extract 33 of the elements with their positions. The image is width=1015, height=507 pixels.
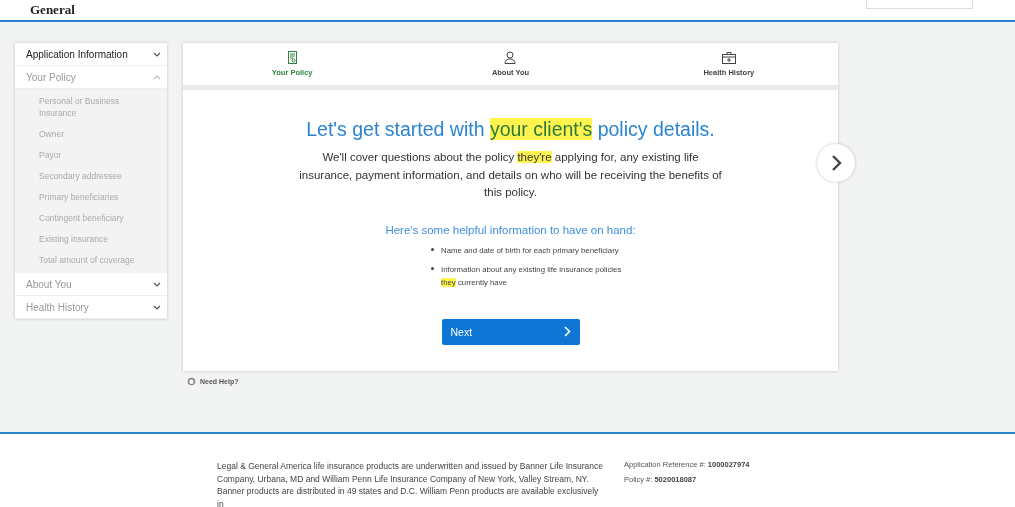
page-heading: Let's get started with your client's policy details. — [306, 118, 715, 141]
next-button[interactable]: Next — [441, 318, 580, 345]
sidebar-item[interactable]: Existing insurance — [15, 229, 167, 250]
header-field[interactable] — [866, 0, 973, 9]
chevron-down-icon — [153, 281, 161, 287]
sidebar-section[interactable]: About You — [15, 273, 167, 296]
chevron-right-icon — [563, 326, 571, 337]
document-icon — [286, 51, 298, 64]
section-label: Health History — [26, 301, 89, 313]
sidebar-item[interactable]: Contingent beneficiary — [15, 208, 167, 229]
sidebar-item[interactable]: Total amount of coverage — [15, 250, 167, 271]
logo-text: General — [30, 2, 75, 17]
subheading: Here's some helpful information to have on hand: — [385, 223, 636, 236]
section-label: About You — [26, 278, 72, 290]
sidebar-item[interactable]: Primary beneficiaries — [15, 187, 167, 208]
person-icon — [504, 51, 517, 64]
bullet-icon — [430, 247, 434, 251]
chevron-up-icon — [153, 74, 161, 80]
section-label: Your Policy — [26, 71, 76, 83]
sidebar-item[interactable]: Payor — [15, 145, 167, 166]
section-label: Application Information — [26, 48, 128, 60]
chevron-down-icon — [153, 304, 161, 310]
sidebar-section[interactable]: Health History — [15, 296, 167, 319]
next-arrow-button[interactable] — [817, 144, 855, 182]
chevron-right-icon — [830, 154, 842, 172]
medical-kit-icon — [721, 51, 736, 64]
sidebar-section[interactable]: Application Information — [15, 43, 167, 66]
chevron-down-icon — [153, 51, 161, 57]
disclaimer-text: Legal & General America life insurance products are underwritten and issued by Banner Life Insurance Company, Urbana, MD and William Penn Life Insurance Company of New York, Valley Stream, NY. Banner products are distributed in 49 states and D.C. William Penn products are available exclusively in — [217, 460, 605, 507]
sidebar-item[interactable]: Owner — [15, 124, 167, 145]
bullet-icon — [430, 266, 434, 270]
intro-paragraph: We'll cover questions about the policy they're applying for, any existing life insurance, payment information, and details on who will be receiving the benefits of this policy. — [298, 150, 723, 200]
sidebar-item[interactable]: Secondary addressee — [15, 166, 167, 187]
